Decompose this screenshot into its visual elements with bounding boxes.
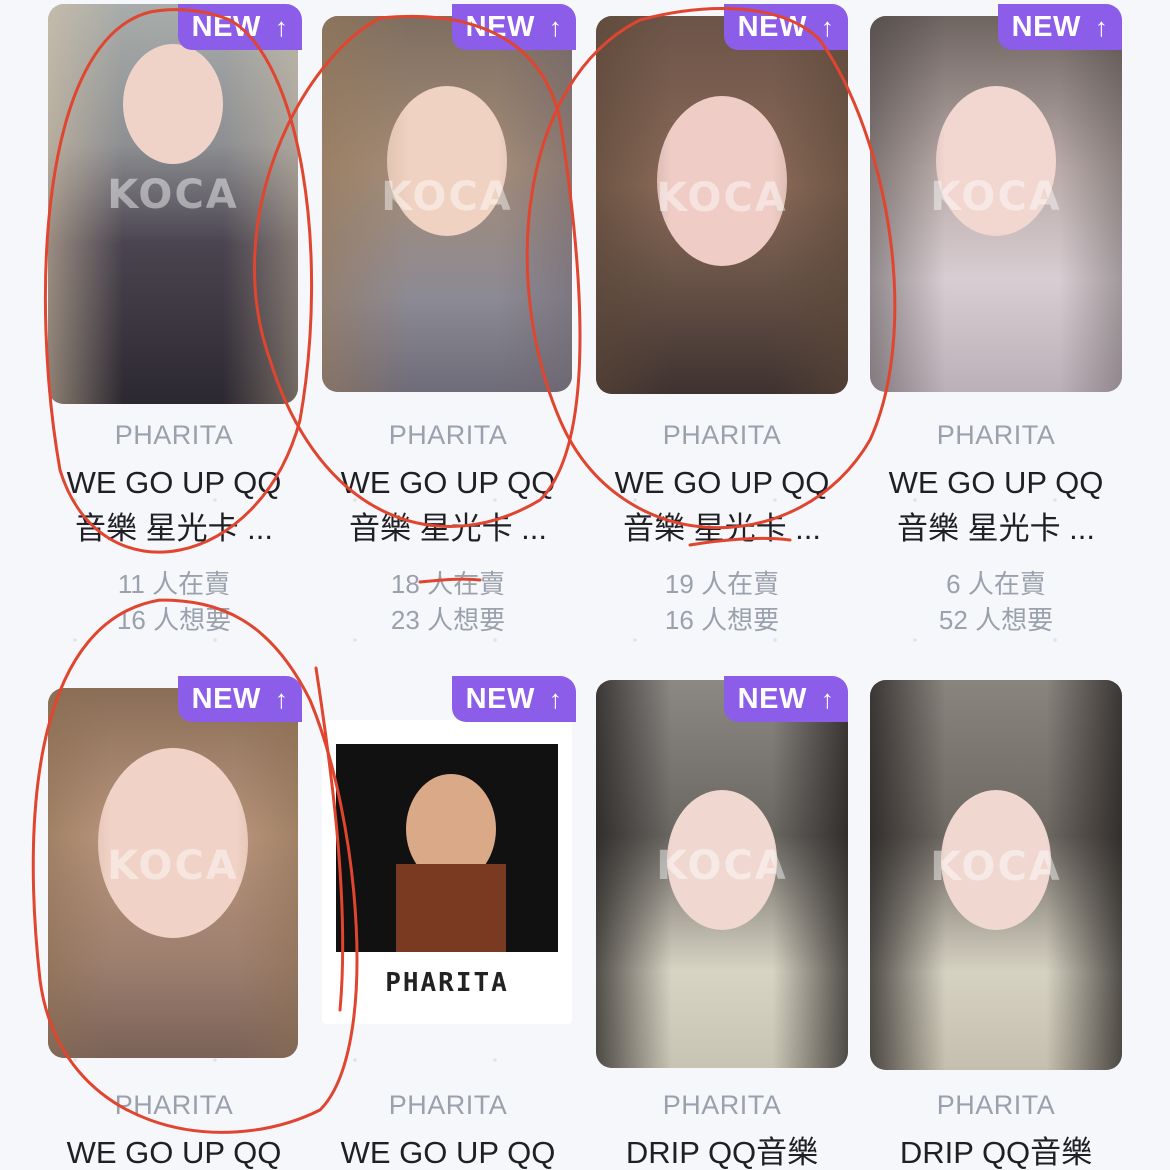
artist-name: PHARITA [114,1090,234,1120]
card-photo[interactable]: KOCA [322,16,572,392]
card-title-line1[interactable]: WE GO UP QQ [322,460,574,506]
card-photo[interactable]: PHARITA [322,720,572,1024]
arrow-up-icon: ↑ [548,683,563,714]
arrow-up-icon: ↑ [274,11,289,42]
card-title-line2[interactable]: 音樂 星光卡 ... [322,506,574,552]
new-badge: NEW ↑ [724,4,848,50]
watermark: KOCA [656,842,788,889]
card-title-line2[interactable]: 音樂 星光卡 ... [596,506,848,552]
polaroid-caption: PHARITA [385,968,509,998]
arrow-up-icon: ↑ [820,11,835,42]
new-badge: NEW ↑ [178,4,302,50]
arrow-up-icon: ↑ [274,683,289,714]
artist-name: PHARITA [388,1090,508,1120]
card-title-line1[interactable]: WE GO UP QQ [322,1130,574,1170]
card-photo[interactable]: KOCA [870,16,1122,392]
watermark: KOCA [656,174,788,221]
card-title-line1[interactable]: DRIP QQ音樂 [870,1130,1122,1170]
artist-name: PHARITA [662,420,782,450]
artist-name: PHARITA [388,420,508,450]
card-title-line1[interactable]: DRIP QQ音樂 [596,1130,848,1170]
wanters-count: 16 人想要 [116,605,232,635]
artist-name: PHARITA [114,420,234,450]
artist-name: PHARITA [936,1090,1056,1120]
new-badge: NEW ↑ [998,4,1122,50]
watermark: KOCA [381,173,513,220]
arrow-up-icon: ↑ [1094,11,1109,42]
watermark: KOCA [930,843,1062,890]
watermark: KOCA [107,843,239,890]
sellers-count: 11 人在賣 [117,569,231,599]
sellers-count: 19 人在賣 [664,569,780,599]
card-title-line2[interactable]: 音樂 星光卡 ... [870,506,1122,552]
wanters-count: 52 人想要 [938,605,1054,635]
wanters-count: 23 人想要 [390,605,506,635]
card-title-line2[interactable]: 音樂 星光卡 ... [48,506,300,552]
new-badge: NEW ↑ [178,676,302,722]
new-badge: NEW ↑ [452,676,576,722]
new-badge: NEW ↑ [724,676,848,722]
card-photo[interactable]: KOCA [48,4,298,404]
arrow-up-icon: ↑ [548,11,563,42]
card-photo[interactable]: KOCA [870,680,1122,1070]
polaroid-picture [336,744,558,952]
arrow-up-icon: ↑ [820,683,835,714]
watermark: KOCA [930,173,1062,220]
card-photo[interactable]: KOCA [596,16,848,394]
sellers-count: 6 人在賣 [946,569,1046,599]
photocard-grid: KOCA NEW ↑ PHARITA WE GO UP QQ 音樂 星光卡 ...… [0,0,1170,1170]
card-title-line1[interactable]: WE GO UP QQ [48,1130,300,1170]
card-photo[interactable]: KOCA [596,680,848,1068]
card-title-line1[interactable]: WE GO UP QQ [48,460,300,506]
artist-name: PHARITA [662,1090,782,1120]
wanters-count: 16 人想要 [664,605,780,635]
new-badge: NEW ↑ [452,4,576,50]
card-title-line1[interactable]: WE GO UP QQ [596,460,848,506]
watermark: KOCA [107,172,239,218]
card-photo[interactable]: KOCA [48,688,298,1058]
card-title-line1[interactable]: WE GO UP QQ [870,460,1122,506]
artist-name: PHARITA [936,420,1056,450]
sellers-count: 18 人在賣 [390,569,506,599]
